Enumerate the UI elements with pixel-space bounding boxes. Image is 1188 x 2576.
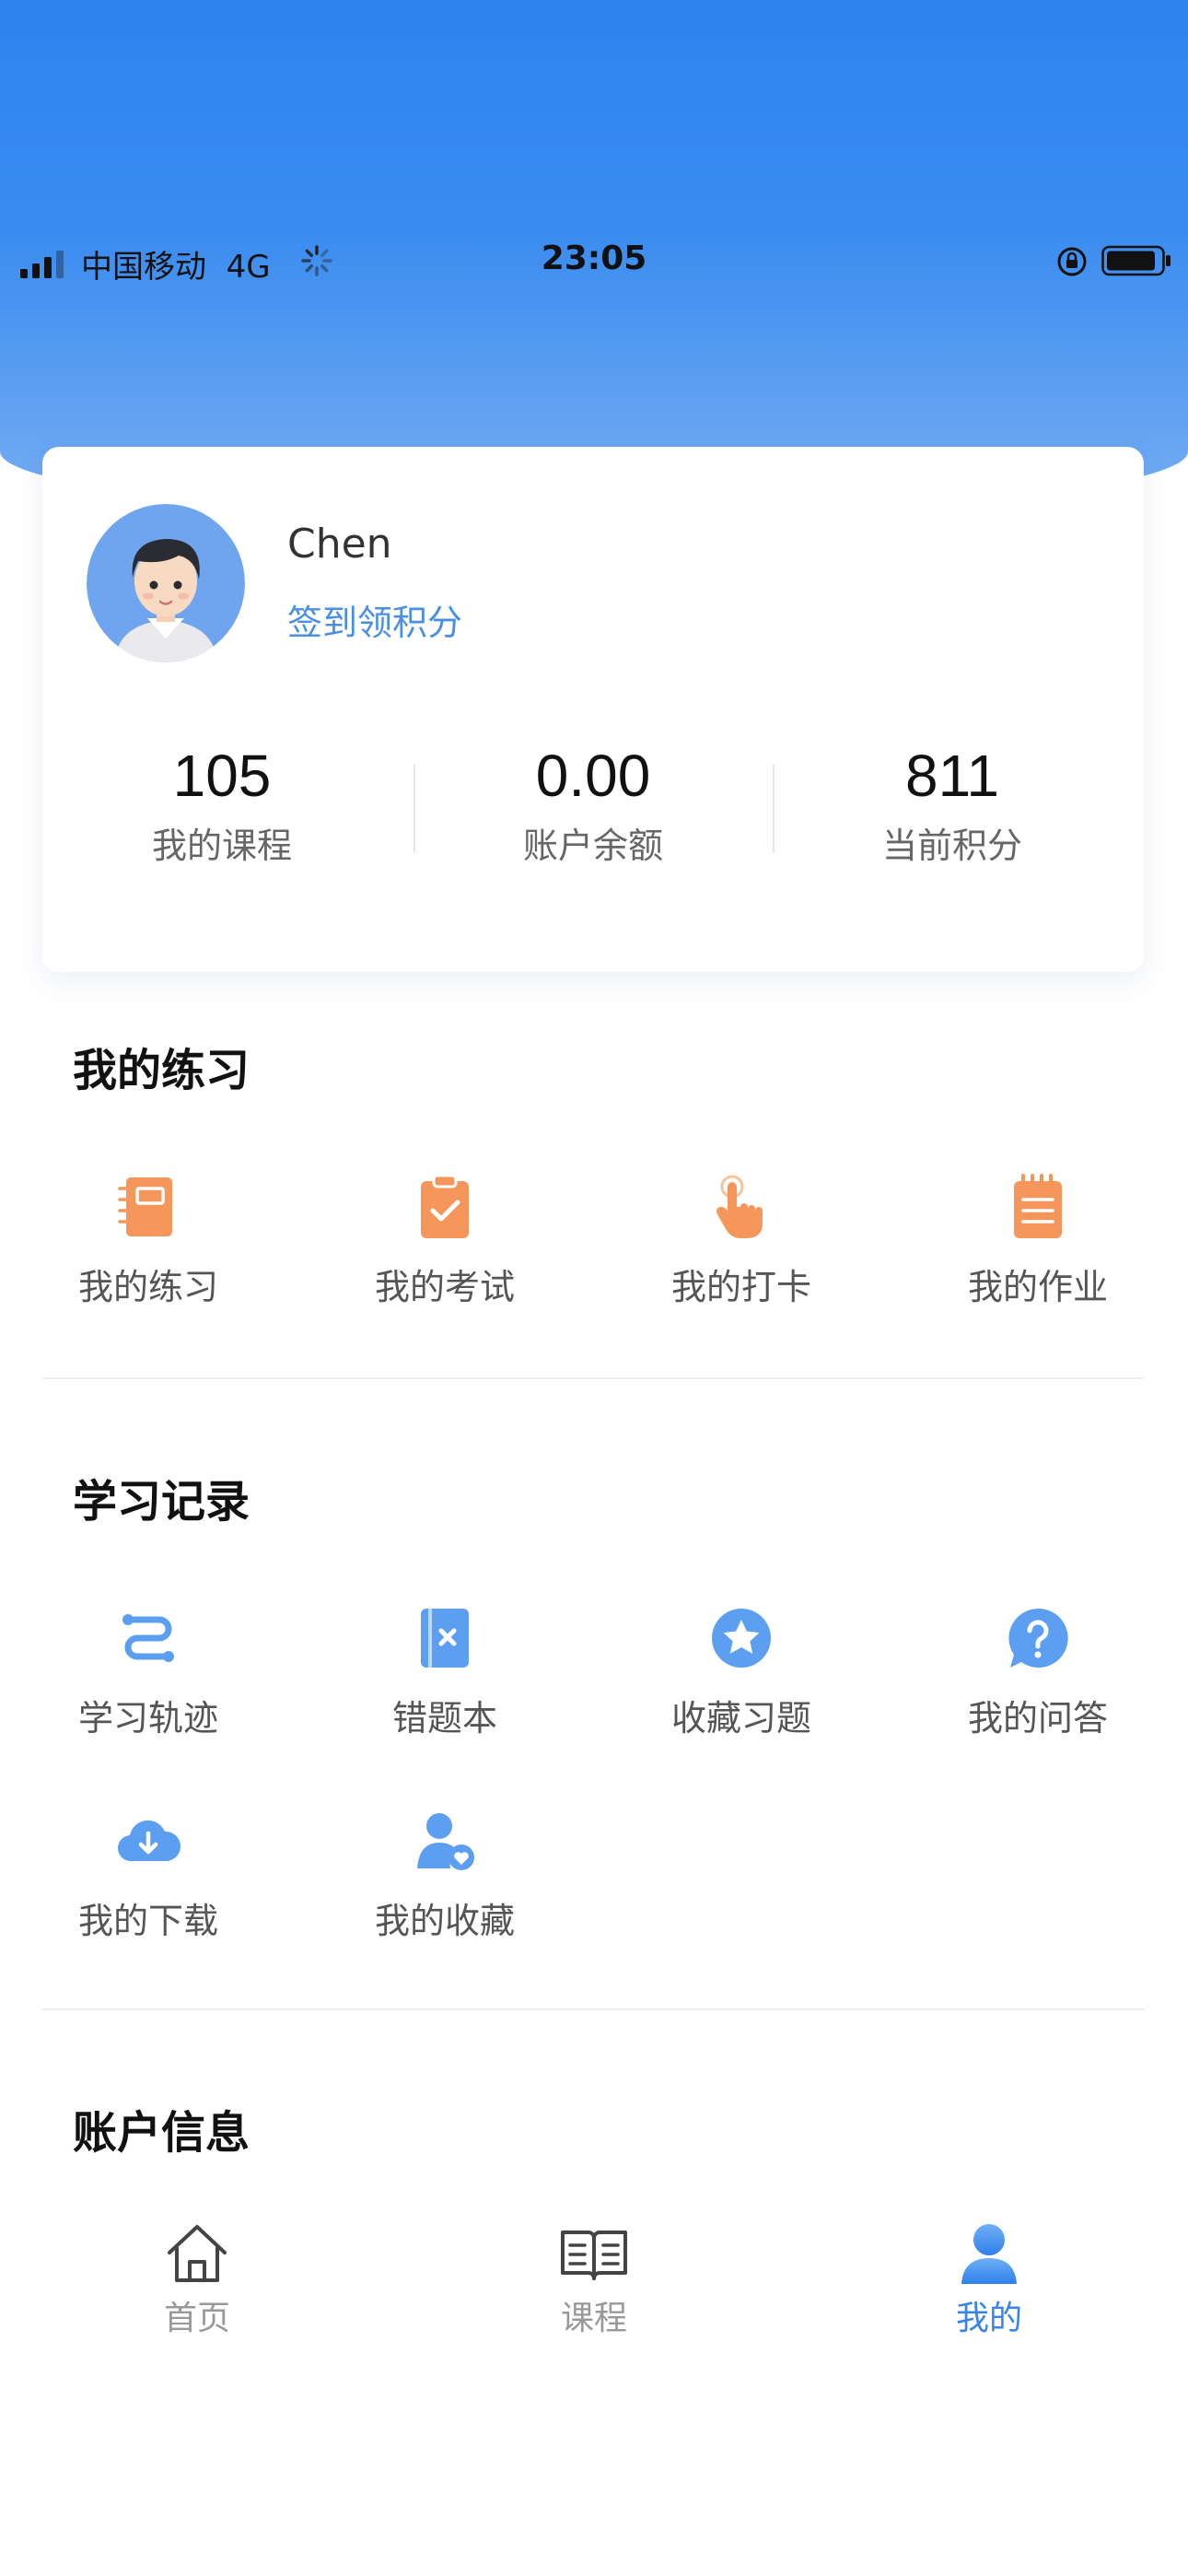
clipboard-check-icon	[421, 1174, 469, 1238]
grid-item-label: 我的下载	[77, 1901, 218, 1941]
avatar[interactable]	[87, 504, 245, 662]
grid-item-label: 我的考试	[374, 1267, 515, 1307]
stat-points[interactable]: 811 当前积分	[773, 742, 1132, 868]
grid-item-label: 我的打卡	[670, 1267, 811, 1307]
stat-balance[interactable]: 0.00 账户余额	[413, 742, 773, 868]
grid-item-wrong-book[interactable]: 错题本	[297, 1601, 593, 1740]
stat-my-courses[interactable]: 105 我的课程	[42, 742, 402, 868]
grid-item-my-exam[interactable]: 我的考试	[297, 1170, 593, 1309]
checkin-link[interactable]: 签到领积分	[287, 594, 462, 645]
stat-value: 105	[172, 743, 272, 809]
profile-card: Chen 签到领积分 105 我的课程 0.00 账户余额 811 当前积分	[42, 447, 1144, 972]
tab-label: 首页	[163, 2300, 230, 2337]
home-icon	[168, 2225, 227, 2282]
book-icon	[561, 2231, 627, 2280]
bottom-tab-bar: 首页 课程 我的	[0, 2197, 1188, 2345]
grid-item-my-practice[interactable]: 我的练习	[0, 1170, 297, 1309]
notebook-icon	[118, 1177, 172, 1236]
battery-icon	[1101, 245, 1171, 276]
tab-label: 课程	[560, 2300, 627, 2337]
star-circle-icon	[712, 1609, 771, 1668]
user-name: Chen	[287, 521, 392, 568]
tab-mine[interactable]: 我的	[897, 2216, 1081, 2339]
grid-item-label: 收藏习题	[670, 1698, 811, 1739]
status-bar: 中国移动 4G 23:05	[0, 230, 1188, 295]
notepad-icon	[1014, 1174, 1062, 1238]
user-heart-icon	[417, 1813, 474, 1870]
route-icon	[122, 1614, 174, 1662]
question-bubble-icon	[1008, 1608, 1068, 1668]
person-icon	[961, 2224, 1017, 2284]
rotation-lock-icon	[1057, 247, 1087, 276]
grid-item-label: 学习轨迹	[77, 1698, 218, 1739]
cloud-download-icon	[117, 1820, 181, 1862]
grid-item-my-qa[interactable]: 我的问答	[890, 1601, 1186, 1740]
grid-item-label: 我的练习	[77, 1267, 218, 1307]
grid-item-label: 错题本	[391, 1698, 497, 1739]
stat-value: 811	[904, 743, 1000, 809]
grid-item-learning-track[interactable]: 学习轨迹	[0, 1601, 297, 1740]
grid-item-my-checkin[interactable]: 我的打卡	[593, 1170, 890, 1309]
section-title-records: 学习记录	[73, 1476, 250, 1528]
grid-item-my-homework[interactable]: 我的作业	[890, 1170, 1186, 1309]
section-divider	[42, 1377, 1144, 1379]
stat-label: 当前积分	[881, 825, 1022, 866]
stat-value: 0.00	[535, 743, 651, 809]
profile-page: 中国移动 4G 23:05 Chen 签到领积分 105 我的课程 0.00 账…	[0, 0, 1188, 2576]
grid-item-label: 我的问答	[967, 1698, 1108, 1739]
section-title-practice: 我的练习	[73, 1045, 250, 1096]
section-divider	[42, 2008, 1144, 2010]
hand-tap-icon	[716, 1175, 763, 1238]
stat-label: 我的课程	[151, 825, 292, 866]
wrong-book-icon	[421, 1609, 469, 1668]
grid-item-my-favorites[interactable]: 我的收藏	[297, 1804, 593, 1943]
clock: 23:05	[541, 240, 647, 277]
section-title-account: 账户信息	[73, 2107, 250, 2159]
tab-home[interactable]: 首页	[105, 2216, 289, 2339]
grid-item-my-downloads[interactable]: 我的下载	[0, 1804, 297, 1943]
tab-courses[interactable]: 课程	[502, 2216, 686, 2339]
tab-label: 我的	[955, 2300, 1022, 2337]
stat-label: 账户余额	[522, 825, 663, 866]
grid-item-label: 我的收藏	[374, 1901, 515, 1941]
grid-item-favorite-questions[interactable]: 收藏习题	[593, 1601, 890, 1740]
grid-item-label: 我的作业	[967, 1267, 1108, 1307]
